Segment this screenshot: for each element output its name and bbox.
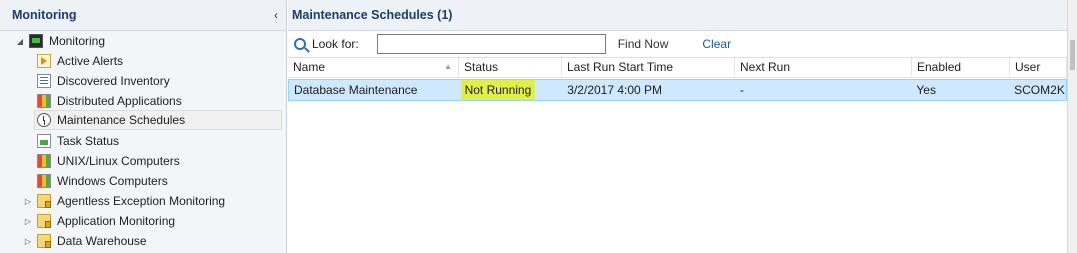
expand-toggle-icon[interactable]: ▷ bbox=[22, 217, 34, 226]
expand-toggle-icon[interactable]: ◢ bbox=[14, 37, 26, 46]
column-header-label: Last Run Start Time bbox=[567, 59, 674, 74]
tree-item-distributed-applications[interactable]: Distributed Applications bbox=[37, 91, 282, 111]
search-icon bbox=[294, 38, 306, 50]
page-title: Maintenance Schedules (1) bbox=[292, 8, 453, 22]
tree-item-windows-computers[interactable]: Windows Computers bbox=[37, 171, 282, 191]
tree-item-label: Discovered Inventory bbox=[57, 74, 170, 88]
status-badge: Not Running bbox=[460, 80, 536, 100]
tree-item-label: Monitoring bbox=[49, 34, 106, 48]
grid-icon bbox=[37, 94, 51, 108]
cell-enabled: Yes bbox=[911, 80, 1009, 100]
cell-last-run: 3/2/2017 4:00 PM bbox=[562, 80, 735, 100]
tree-item-maintenance-schedules[interactable]: Maintenance Schedules bbox=[34, 110, 282, 130]
cell-text: Yes bbox=[916, 83, 936, 97]
tree-item-label: UNIX/Linux Computers bbox=[57, 154, 180, 168]
cell-text: 3/2/2017 4:00 PM bbox=[567, 83, 663, 97]
tree-item-label: Active Alerts bbox=[57, 54, 124, 68]
tree-item-label: Distributed Applications bbox=[57, 94, 182, 108]
search-bar: Look for: Find Now Clear bbox=[288, 31, 1067, 58]
cell-next-run: - bbox=[735, 80, 912, 100]
column-header-status[interactable]: Status bbox=[459, 56, 562, 77]
cell-text: SCOM2K bbox=[1014, 83, 1065, 97]
tree-item-label: Application Monitoring bbox=[57, 214, 176, 228]
tree-item-discovered-inventory[interactable]: Discovered Inventory bbox=[37, 71, 282, 91]
folder-icon bbox=[37, 234, 51, 248]
column-header-label: Next Run bbox=[740, 59, 791, 74]
cell-text: - bbox=[739, 83, 744, 97]
clock-icon bbox=[37, 113, 51, 127]
alert-icon bbox=[37, 54, 51, 68]
column-header-name[interactable]: Name ▲ bbox=[288, 56, 459, 77]
cell-user: SCOM2K bbox=[1009, 80, 1066, 100]
clear-button[interactable]: Clear bbox=[702, 37, 731, 51]
tree-item-label: Task Status bbox=[57, 134, 120, 148]
cell-name: Database Maintenance bbox=[289, 80, 460, 100]
sort-ascending-icon: ▲ bbox=[444, 62, 452, 71]
task-icon bbox=[37, 134, 51, 148]
tree-item-agentless-exception-monitoring[interactable]: ▷ Agentless Exception Monitoring bbox=[22, 191, 282, 211]
tree-item-label: Agentless Exception Monitoring bbox=[57, 194, 226, 208]
column-header-label: Enabled bbox=[917, 59, 962, 74]
collapse-pane-icon[interactable]: ‹ bbox=[274, 8, 278, 22]
tree-item-application-monitoring[interactable]: ▷ Application Monitoring bbox=[22, 211, 282, 231]
table-row[interactable]: Database Maintenance Not Running 3/2/201… bbox=[288, 79, 1067, 101]
column-header-label: Status bbox=[464, 59, 499, 74]
expand-toggle-icon[interactable]: ▷ bbox=[22, 237, 34, 246]
column-header-next-run[interactable]: Next Run bbox=[735, 56, 912, 77]
tree-item-unix-linux-computers[interactable]: UNIX/Linux Computers bbox=[37, 151, 282, 171]
tree-item-label: Windows Computers bbox=[57, 174, 168, 188]
tree-item-task-status[interactable]: Task Status bbox=[37, 131, 282, 151]
list-icon bbox=[37, 74, 51, 88]
scrollbar-thumb[interactable] bbox=[1070, 40, 1075, 70]
search-input[interactable] bbox=[376, 34, 606, 54]
tree-item-active-alerts[interactable]: Active Alerts bbox=[37, 51, 282, 71]
monitor-icon bbox=[29, 34, 43, 48]
look-for-label: Look for: bbox=[312, 37, 359, 51]
results-header: Maintenance Schedules (1) bbox=[288, 0, 1067, 31]
cell-text: Database Maintenance bbox=[294, 83, 418, 97]
table-header: Name ▲ Status Last Run Start Time Next R… bbox=[288, 56, 1067, 78]
column-header-label: Name bbox=[293, 59, 326, 74]
expand-toggle-icon[interactable]: ▷ bbox=[22, 197, 34, 206]
schedules-table: Name ▲ Status Last Run Start Time Next R… bbox=[288, 56, 1067, 101]
column-header-enabled[interactable]: Enabled bbox=[912, 56, 1010, 77]
grid-icon bbox=[37, 174, 51, 188]
find-now-button[interactable]: Find Now bbox=[618, 37, 669, 51]
column-header-label: User bbox=[1015, 59, 1041, 74]
column-header-last-run[interactable]: Last Run Start Time bbox=[562, 56, 735, 77]
column-header-user[interactable]: User bbox=[1010, 56, 1067, 77]
grid-icon bbox=[37, 154, 51, 168]
tree-item-data-warehouse[interactable]: ▷ Data Warehouse bbox=[22, 231, 282, 251]
folder-icon bbox=[37, 194, 51, 208]
tree-item-monitoring[interactable]: ◢ Monitoring bbox=[14, 31, 282, 51]
tree-item-label: Maintenance Schedules bbox=[57, 113, 186, 127]
vertical-scrollbar[interactable] bbox=[1067, 0, 1077, 253]
navigation-title: Monitoring bbox=[12, 8, 77, 22]
folder-icon bbox=[37, 214, 51, 228]
results-pane: Maintenance Schedules (1) Look for: Find… bbox=[288, 0, 1067, 253]
tree-item-label: Data Warehouse bbox=[57, 234, 147, 248]
navigation-pane: Monitoring ‹ ◢ Monitoring Active Alerts … bbox=[0, 0, 287, 253]
navigation-header: Monitoring ‹ bbox=[0, 0, 286, 31]
cell-status: Not Running bbox=[460, 80, 563, 100]
